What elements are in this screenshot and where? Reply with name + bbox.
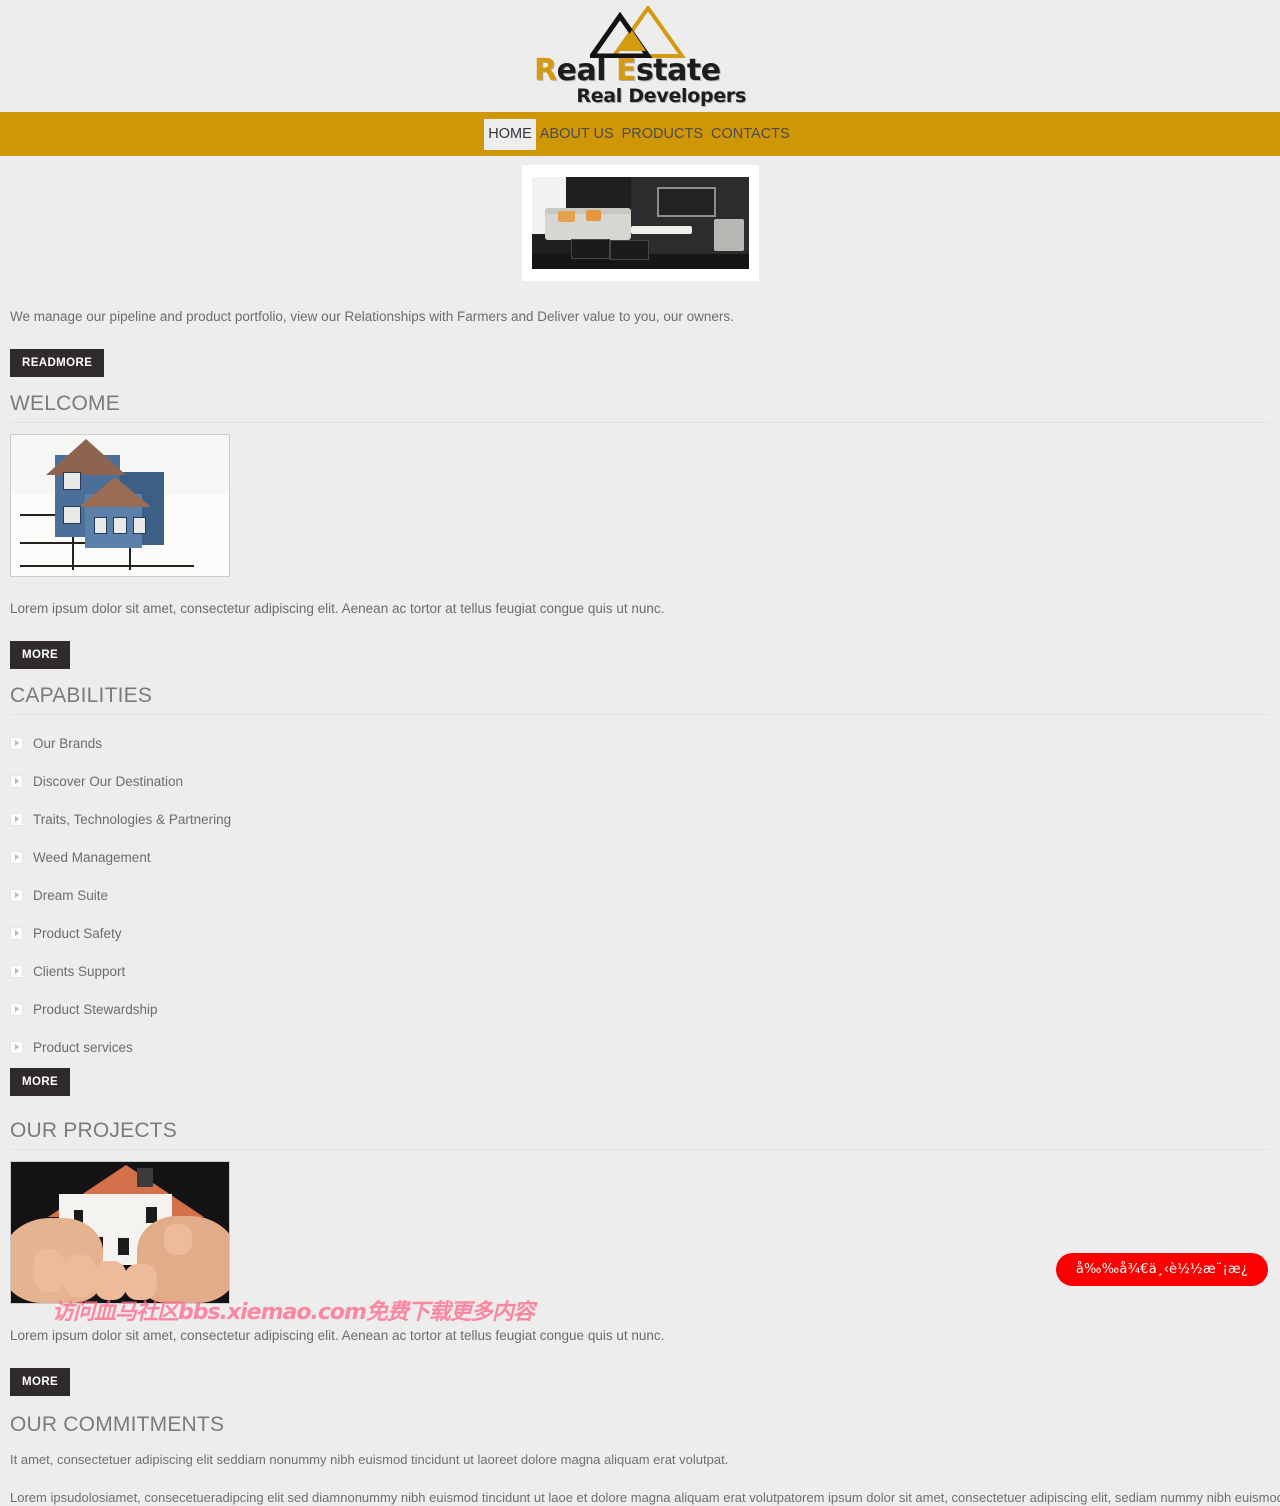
hero-intro-text: We manage our pipeline and product portf…	[10, 308, 734, 324]
caret-right-icon	[10, 774, 23, 788]
commitments-line-two: Lorem ipsudolosiamet, consecetueradipcin…	[10, 1490, 1280, 1505]
capabilities-list: Our Brands Discover Our Destination Trai…	[0, 724, 1280, 1066]
nav-item-home[interactable]: HOME	[484, 118, 536, 150]
hero-section	[0, 156, 1280, 281]
capability-item-our-brands[interactable]: Our Brands	[0, 724, 1280, 762]
nav-item-contacts[interactable]: CONTACTS	[707, 119, 794, 150]
logo-title-e: E	[615, 53, 637, 88]
capability-item-dream-suite[interactable]: Dream Suite	[0, 876, 1280, 914]
capability-item-product-services[interactable]: Product services	[0, 1028, 1280, 1066]
caret-right-icon	[10, 1040, 23, 1054]
main-navigation: HOME ABOUT US PRODUCTS CONTACTS	[0, 112, 1280, 156]
capability-label: Discover Our Destination	[33, 773, 184, 789]
welcome-text: Lorem ipsum dolor sit amet, consectetur …	[10, 600, 665, 616]
logo-title-state: state	[635, 53, 721, 88]
page-content: We manage our pipeline and product portf…	[0, 156, 1280, 1506]
caret-right-icon	[10, 964, 23, 978]
caret-right-icon	[10, 926, 23, 940]
hero-image-frame	[521, 165, 759, 281]
caret-right-icon	[10, 812, 23, 826]
hero-image-living-room	[531, 177, 749, 269]
capability-item-weed-management[interactable]: Weed Management	[0, 838, 1280, 876]
capability-label: Product services	[33, 1039, 133, 1055]
capability-item-product-stewardship[interactable]: Product Stewardship	[0, 990, 1280, 1028]
download-template-badge[interactable]: å‰‰å¾€ä¸‹è½½æ¨¡æ¿	[1055, 1253, 1268, 1286]
capability-item-traits-technologies-partnering[interactable]: Traits, Technologies & Partnering	[0, 800, 1280, 838]
capabilities-section-title: CAPABILITIES	[10, 684, 1270, 715]
capability-label: Traits, Technologies & Partnering	[33, 811, 232, 827]
capability-label: Our Brands	[33, 735, 103, 751]
caret-right-icon	[10, 850, 23, 864]
capability-label: Weed Management	[33, 849, 151, 865]
capability-item-product-safety[interactable]: Product Safety	[0, 914, 1280, 952]
readmore-button[interactable]: READMORE	[10, 349, 105, 377]
nav-item-about-us[interactable]: ABOUT US	[536, 119, 618, 150]
caret-right-icon	[10, 1002, 23, 1016]
capability-item-clients-support[interactable]: Clients Support	[0, 952, 1280, 990]
logo-title-eal: eal	[556, 53, 616, 88]
site-logo[interactable]: Real Estate Real Developers	[532, 0, 748, 110]
caret-right-icon	[10, 736, 23, 750]
projects-image-hands-house	[10, 1161, 230, 1304]
capability-label: Dream Suite	[33, 887, 109, 903]
triangle-logo-icon	[590, 6, 690, 58]
projects-section-title: OUR PROJECTS	[10, 1119, 1270, 1150]
capability-label: Product Safety	[33, 925, 122, 941]
projects-text: Lorem ipsum dolor sit amet, consectetur …	[10, 1327, 665, 1343]
capability-label: Product Stewardship	[33, 1001, 158, 1017]
logo-title-r: R	[534, 53, 557, 88]
welcome-section-title: WELCOME	[10, 392, 1270, 423]
nav-list: HOME ABOUT US PRODUCTS CONTACTS	[484, 118, 794, 150]
site-header: Real Estate Real Developers	[0, 0, 1280, 112]
capabilities-more-button[interactable]: MORE	[10, 1068, 71, 1096]
welcome-image-blue-house	[10, 434, 230, 577]
projects-more-button[interactable]: MORE	[10, 1368, 71, 1396]
caret-right-icon	[10, 888, 23, 902]
capability-label: Clients Support	[33, 963, 126, 979]
commitments-section-title: OUR COMMITMENTS	[10, 1413, 225, 1436]
welcome-more-button[interactable]: MORE	[10, 641, 71, 669]
logo-title: Real Estate	[532, 56, 748, 86]
capability-item-discover-our-destination[interactable]: Discover Our Destination	[0, 762, 1280, 800]
commitments-line-one: It amet, consectetuer adipiscing elit se…	[10, 1452, 729, 1467]
logo-subtitle: Real Developers	[576, 85, 746, 107]
nav-item-products[interactable]: PRODUCTS	[618, 119, 707, 150]
